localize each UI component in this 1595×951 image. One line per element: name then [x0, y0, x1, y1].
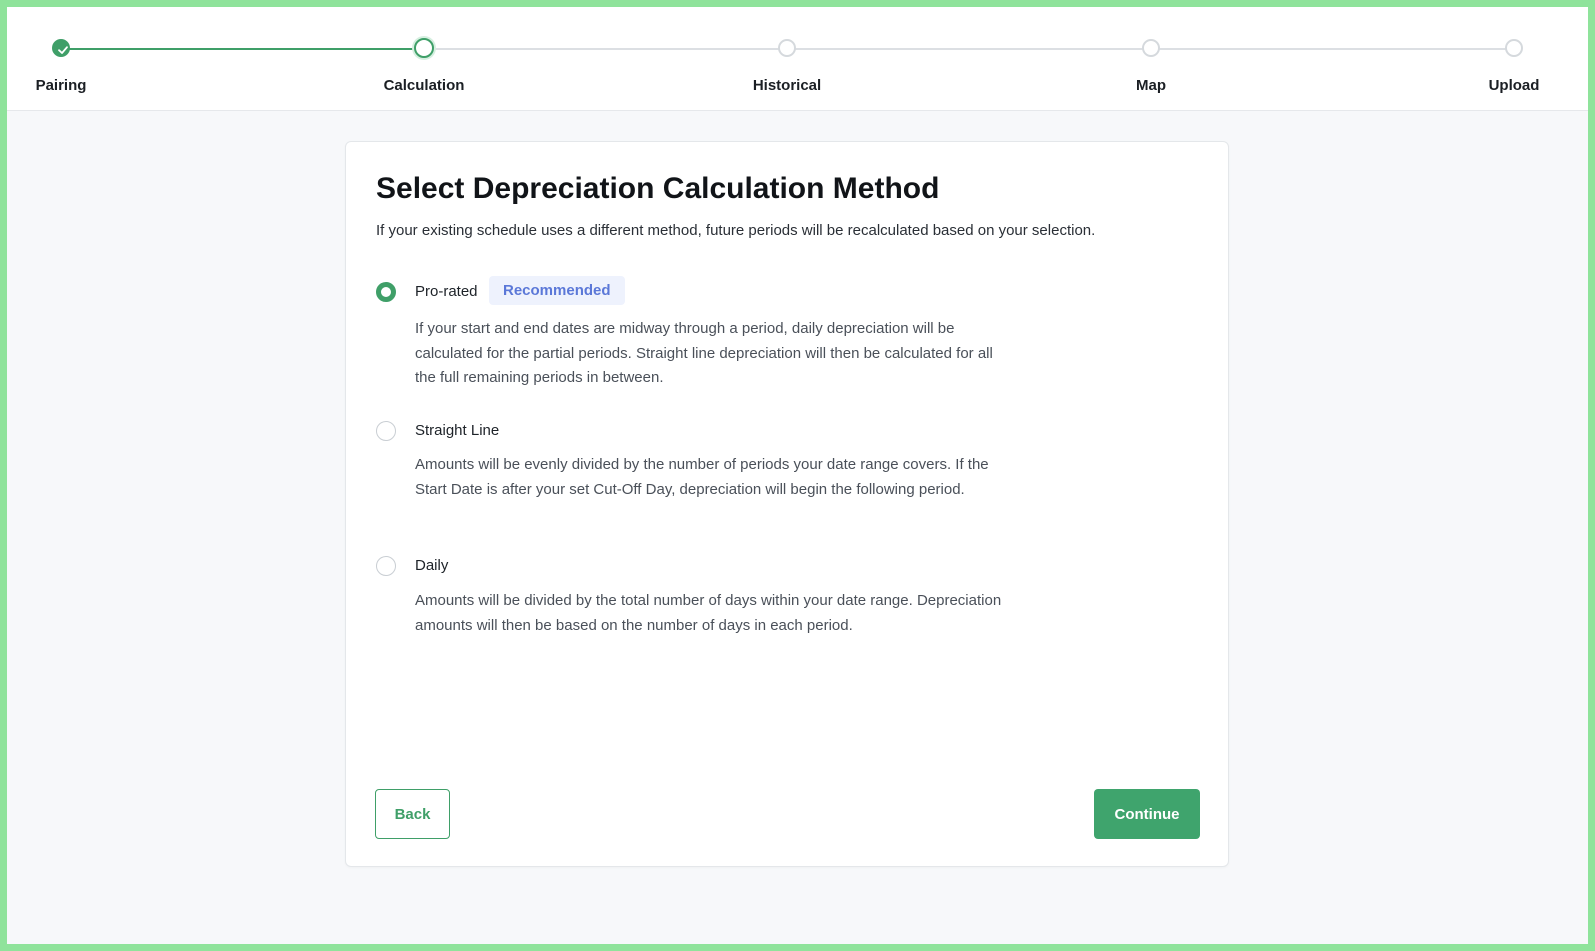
step-label: Historical	[752, 77, 822, 94]
pending-step-icon	[778, 39, 796, 57]
page-title: Select Depreciation Calculation Method	[376, 172, 940, 205]
step-label: Calculation	[383, 77, 465, 94]
step-pairing[interactable]: Pairing	[0, 7, 141, 110]
radio-straight-line[interactable]	[376, 421, 396, 441]
step-historical[interactable]: Historical	[707, 7, 867, 110]
continue-button[interactable]: Continue	[1094, 789, 1200, 839]
method-card: Select Depreciation Calculation Method I…	[345, 141, 1229, 867]
pending-step-icon	[1142, 39, 1160, 57]
option-label: Pro-rated	[415, 283, 478, 300]
current-step-icon	[414, 38, 434, 58]
back-button[interactable]: Back	[375, 789, 450, 839]
radio-daily[interactable]	[376, 556, 396, 576]
recommended-badge: Recommended	[489, 276, 625, 305]
page-subtitle: If your existing schedule uses a differe…	[376, 222, 1096, 239]
option-label: Straight Line	[415, 422, 500, 439]
option-description: Amounts will be divided by the total num…	[415, 592, 1002, 634]
option-description: If your start and end dates are midway t…	[415, 320, 993, 386]
step-map[interactable]: Map	[1071, 7, 1231, 110]
option-label: Daily	[415, 557, 449, 574]
stepper-track-remaining	[424, 48, 1514, 50]
pending-step-icon	[1505, 39, 1523, 57]
option-description: Amounts will be evenly divided by the nu…	[415, 456, 989, 498]
step-calculation[interactable]: Calculation	[344, 7, 504, 110]
step-label: Pairing	[35, 77, 87, 94]
step-label: Upload	[1488, 77, 1540, 94]
check-icon	[52, 39, 70, 57]
progress-stepper: Pairing Calculation Historical Map Uploa…	[7, 7, 1588, 111]
radio-pro-rated[interactable]	[376, 282, 396, 302]
step-label: Map	[1136, 77, 1166, 94]
step-upload[interactable]: Upload	[1434, 7, 1594, 110]
